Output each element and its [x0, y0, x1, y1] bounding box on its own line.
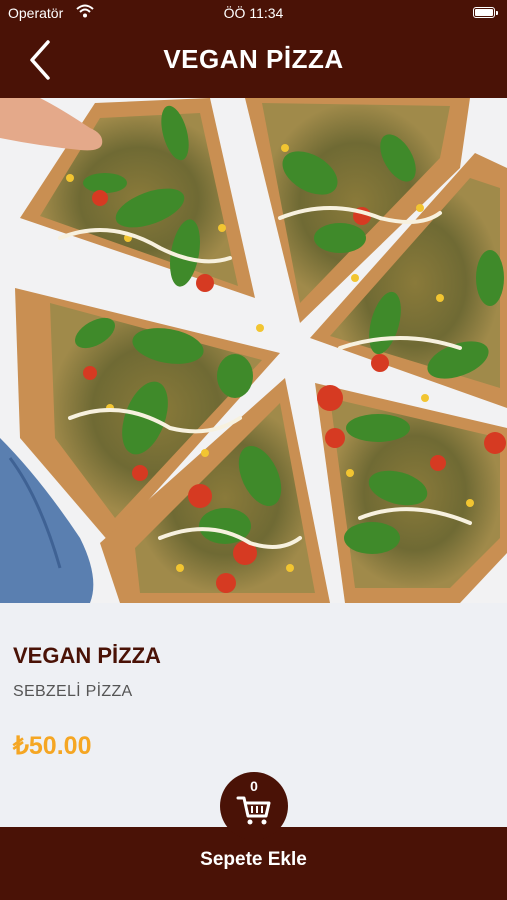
top-bar: Operatör ÖÖ 11:34 VEGAN PİZZA	[0, 0, 507, 98]
product-description: SEBZELİ PİZZA	[13, 683, 133, 700]
status-time: ÖÖ 11:34	[223, 5, 284, 21]
cart-count-badge: 0	[250, 778, 258, 794]
cart-icon	[236, 796, 271, 825]
battery-icon	[473, 7, 498, 18]
page-title: VEGAN PİZZA	[163, 44, 344, 74]
product-name: VEGAN PİZZA	[13, 643, 161, 668]
add-to-cart-label: Sepete Ekle	[200, 849, 307, 870]
cart-button[interactable]: 0	[220, 772, 288, 840]
status-bar: Operatör ÖÖ 11:34	[0, 4, 507, 23]
product-price: ₺50.00	[13, 732, 92, 760]
product-image	[0, 98, 507, 603]
